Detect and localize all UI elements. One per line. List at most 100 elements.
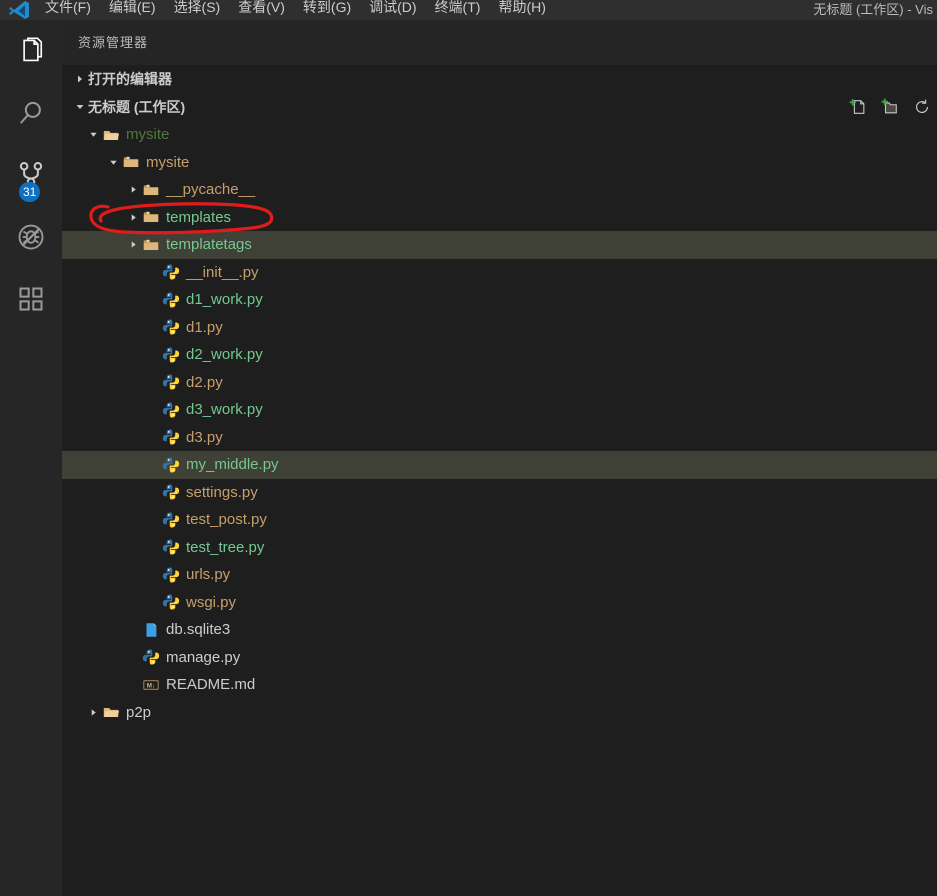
tree-item-label: d2.py [186,373,223,391]
activitybar-source-control[interactable]: 31 [0,144,62,206]
tree-item-d1-py[interactable]: d1.py [62,314,937,342]
tree-item-settings-py[interactable]: settings.py [62,479,937,507]
tree-item-label: d1.py [186,318,223,336]
section-open-editors[interactable]: 打开的编辑器 [62,65,937,93]
tree-item-label: wsgi.py [186,593,237,611]
activitybar-run-debug[interactable] [0,206,62,268]
search-icon [16,98,46,128]
tree-item-mysite-root[interactable]: mysite [62,121,937,149]
tree-item-d3-py[interactable]: d3.py [62,424,937,452]
python-icon [160,373,182,391]
menubar: 文件(F) 编辑(E) 选择(S) 查看(V) 转到(G) 调试(D) 终端(T… [36,0,555,20]
window-title: 无标题 (工作区) - Vis [813,2,933,17]
chevron-right-icon[interactable] [126,240,140,249]
new-folder-icon[interactable] [879,96,901,118]
tree-item-d1-work-py[interactable]: d1_work.py [62,286,937,314]
titlebar: 文件(F) 编辑(E) 选择(S) 查看(V) 转到(G) 调试(D) 终端(T… [0,0,937,20]
tree-item-label: my_middle.py [186,456,279,473]
tree-item-my-middle-py[interactable]: my_middle.py [62,451,937,479]
file-tree: mysite mysite __pycache__ templates template… [62,121,937,726]
chevron-right-icon[interactable] [86,708,100,717]
menu-selection[interactable]: 选择(S) [165,0,230,17]
chevron-down-icon[interactable] [86,130,100,139]
python-icon [160,401,182,419]
activitybar: 31 [0,20,62,896]
menu-debug[interactable]: 调试(D) [360,0,425,17]
chevron-right-icon [72,74,88,84]
folder-icon [120,153,142,171]
tree-item-manage-py[interactable]: manage.py [62,644,937,672]
tree-item-label: mysite [146,153,190,171]
tree-item-label: templatetags [166,236,252,253]
tree-item-label: d1_work.py [186,291,263,308]
tree-item-label: test_post.py [186,511,267,528]
explorer-sidebar: 资源管理器 打开的编辑器 无标题 (工作区) mysite mysite __p… [62,20,937,896]
python-icon [160,428,182,446]
sidebar-title: 资源管理器 [62,20,937,65]
tree-item-label: d3.py [186,428,223,446]
python-icon [160,346,182,364]
vscode-logo-icon [8,0,30,20]
tree-item-d3-work-py[interactable]: d3_work.py [62,396,937,424]
tree-item-test-post-py[interactable]: test_post.py [62,506,937,534]
tree-item-pycache[interactable]: __pycache__ [62,176,937,204]
chevron-down-icon[interactable] [106,158,120,167]
python-icon [160,566,182,584]
tree-item-test-tree-py[interactable]: test_tree.py [62,534,937,562]
section-workspace-label: 无标题 (工作区) [88,99,186,115]
python-icon [160,593,182,611]
tree-item-label: __init__.py [186,263,259,281]
refresh-icon[interactable] [911,96,933,118]
activitybar-search[interactable] [0,82,62,144]
menu-edit[interactable]: 编辑(E) [100,0,165,17]
folder-icon [140,236,162,254]
svg-text:M↓: M↓ [147,682,155,689]
tree-item-label: settings.py [186,483,258,501]
extensions-icon [17,285,45,313]
debug-disabled-icon [16,222,46,252]
tree-item-templates[interactable]: templates [62,204,937,232]
menu-file[interactable]: 文件(F) [36,0,100,17]
activitybar-explorer[interactable] [0,20,62,82]
section-workspace[interactable]: 无标题 (工作区) [62,93,937,121]
database-icon [140,621,162,639]
folder-root-icon [100,126,122,144]
tree-item-p2p[interactable]: p2p [62,699,937,727]
source-control-badge: 31 [19,182,41,202]
menu-go[interactable]: 转到(G) [294,0,360,17]
new-file-icon[interactable] [847,96,869,118]
tree-item-db-sqlite3[interactable]: db.sqlite3 [62,616,937,644]
python-icon [160,483,182,501]
tree-item-d2-py[interactable]: d2.py [62,369,937,397]
files-icon [16,36,46,66]
markdown-icon: M↓ [140,676,162,694]
menu-view[interactable]: 查看(V) [229,0,294,17]
tree-item-label: templates [166,208,232,226]
menu-terminal[interactable]: 终端(T) [426,0,490,17]
section-open-editors-label: 打开的编辑器 [88,71,172,87]
python-icon [160,538,182,556]
explorer-actions [847,96,937,118]
chevron-right-icon[interactable] [126,185,140,194]
tree-item-label: mysite [126,126,170,143]
python-icon [160,263,182,281]
tree-item-label: README.md [166,676,256,693]
menu-help[interactable]: 帮助(H) [489,0,554,17]
tree-item-readme-md[interactable]: M↓ README.md [62,671,937,699]
tree-item-templatetags[interactable]: templatetags [62,231,937,259]
chevron-right-icon[interactable] [126,213,140,222]
tree-item-init-py[interactable]: __init__.py [62,259,937,287]
tree-item-label: test_tree.py [186,538,265,556]
python-icon [160,318,182,336]
vscode-window: 文件(F) 编辑(E) 选择(S) 查看(V) 转到(G) 调试(D) 终端(T… [0,0,937,896]
activitybar-extensions[interactable] [0,268,62,330]
tree-item-d2-work-py[interactable]: d2_work.py [62,341,937,369]
tree-item-label: d3_work.py [186,401,263,418]
tree-item-label: p2p [126,703,152,721]
python-icon [140,648,162,666]
tree-item-urls-py[interactable]: urls.py [62,561,937,589]
python-icon [160,511,182,529]
tree-item-label: db.sqlite3 [166,621,231,638]
tree-item-wsgi-py[interactable]: wsgi.py [62,589,937,617]
tree-item-mysite[interactable]: mysite [62,149,937,177]
